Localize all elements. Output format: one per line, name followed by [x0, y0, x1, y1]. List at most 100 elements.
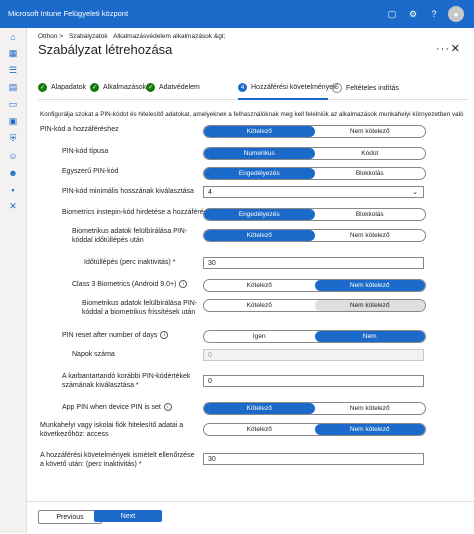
grid-icon[interactable]: ▤ — [0, 79, 26, 96]
option-allow[interactable]: Engedélyezés — [204, 209, 315, 220]
option-not-required[interactable]: Nem kötelező — [314, 424, 425, 435]
top-bar-icons: ▢ ⚙ ? ● — [385, 6, 464, 22]
step-label: Hozzáférési követelmények — [251, 84, 337, 91]
users-icon[interactable]: ☺ — [0, 147, 26, 164]
help-icon[interactable]: ? — [427, 7, 441, 21]
label: Napok száma — [72, 351, 115, 358]
info-icon[interactable]: i — [160, 331, 169, 339]
next-button[interactable]: Next — [94, 510, 162, 522]
input-value: 0 — [208, 377, 212, 385]
label: PIN-kód minimális hosszának kiválasztása — [62, 188, 194, 195]
option-passcode[interactable]: Kódot — [315, 148, 426, 159]
groups-icon[interactable]: ☻ — [0, 164, 26, 181]
prev-pins-input[interactable]: 0 — [203, 375, 424, 387]
option-allow[interactable]: Engedélyezés — [204, 168, 315, 179]
min-length-dropdown[interactable]: 4 ⌄ — [203, 186, 424, 198]
option-required[interactable]: Kötelező — [204, 300, 315, 311]
bio-update-toggle[interactable]: Kötelező Nem kötelező — [203, 299, 426, 312]
previous-button[interactable]: Previous — [38, 510, 102, 524]
check-icon: ✓ — [90, 83, 99, 92]
label: A karbantartandó korábbi PIN-kódértékek … — [62, 373, 191, 389]
page-description: Konfigurálja szokat a PIN-kódot és hitel… — [40, 111, 465, 118]
settings-icon[interactable]: ⚙ — [406, 7, 420, 21]
option-required[interactable]: Kötelező — [204, 280, 315, 291]
step-number: 4 — [238, 83, 247, 92]
biometrics-toggle[interactable]: Engedélyezés Blokkolás — [203, 208, 426, 221]
breadcrumb-app-protection[interactable]: Alkalmazásvédelem alkalmazások &gt; — [113, 33, 225, 40]
label: PIN reset after number of days i — [62, 331, 169, 340]
option-required[interactable]: Kötelező — [204, 424, 315, 435]
breadcrumb-home[interactable]: Otthon > — [38, 33, 63, 40]
option-not-required[interactable]: Nem kötelező — [314, 300, 425, 311]
devices-icon[interactable]: ▭ — [0, 96, 26, 113]
step-data-protection[interactable]: ✓ Adatvédelem — [146, 83, 200, 92]
option-required[interactable]: Kötelező — [204, 403, 315, 414]
label: Biometrikus adatok felülbírálása PIN-kód… — [82, 300, 198, 316]
option-required[interactable]: Kötelező — [204, 126, 315, 137]
left-nav: ⌂ ▦ ☰ ▤ ▭ ▣ ⛨ ☺ ☻ ▪ ✕ — [0, 28, 27, 533]
input-value: 30 — [208, 259, 216, 267]
option-not-required[interactable]: Nem kötelező — [315, 230, 426, 241]
chevron-down-icon: ⌄ — [412, 189, 418, 196]
option-yes[interactable]: Igen — [204, 331, 315, 342]
option-required[interactable]: Kötelező — [204, 230, 315, 241]
option-not-required[interactable]: Nem kötelező — [314, 280, 425, 291]
option-no[interactable]: Nem — [314, 331, 425, 342]
page-title: Szabályzat létrehozása — [38, 42, 173, 57]
step-conditional-launch[interactable]: 5 Feltételes indítás — [332, 83, 399, 93]
shield-icon[interactable]: ⛨ — [0, 130, 26, 147]
more-icon[interactable]: ··· — [436, 43, 450, 55]
top-bar: Microsoft Intune Felügyeleti központ ▢ ⚙… — [0, 0, 474, 28]
pin-type-toggle[interactable]: Numerikus Kódot — [203, 147, 426, 160]
pin-reset-toggle[interactable]: Igen Nem — [203, 330, 426, 343]
app-title: Microsoft Intune Felügyeleti központ — [8, 9, 129, 18]
close-icon[interactable]: ✕ — [451, 42, 460, 55]
breadcrumb-policies[interactable]: Szabályzatok — [69, 33, 108, 40]
days-input[interactable]: 0 — [203, 349, 424, 361]
simple-pin-toggle[interactable]: Engedélyezés Blokkolás — [203, 167, 426, 180]
label-text: PIN reset after number of days — [62, 331, 158, 339]
dropdown-value: 4 — [208, 188, 212, 196]
tools-icon[interactable]: ✕ — [0, 198, 26, 215]
pin-access-toggle[interactable]: Kötelező Nem kötelező — [203, 125, 426, 138]
label: A hozzáférési követelmények ismételt ell… — [40, 452, 195, 468]
label: Biometrikus adatok felülbírálása PIN-kód… — [72, 228, 188, 244]
list-icon[interactable]: ☰ — [0, 62, 26, 79]
home-icon[interactable]: ⌂ — [0, 28, 26, 45]
footer: Previous Next — [26, 501, 474, 534]
label: PIN-kód típusa — [62, 148, 109, 155]
active-step-indicator — [238, 98, 328, 100]
input-value: 30 — [208, 455, 216, 463]
dashboard-icon[interactable]: ▦ — [0, 45, 26, 62]
label: Időtúllépés (perc inaktivitás) * — [84, 259, 176, 266]
bio-override-toggle[interactable]: Kötelező Nem kötelező — [203, 229, 426, 242]
admin-icon[interactable]: ▪ — [0, 181, 26, 198]
timeout-input[interactable]: 30 — [203, 257, 424, 269]
info-icon[interactable]: i — [163, 403, 172, 411]
step-basics[interactable]: ✓ Alapadatok — [38, 83, 86, 92]
label-text: Class 3 Biometrics (Android 9.0+) — [72, 280, 177, 288]
label-text: App PIN when device PIN is set — [62, 403, 161, 411]
recheck-input[interactable]: 30 — [203, 453, 424, 465]
option-block[interactable]: Blokkolás — [315, 209, 426, 220]
step-label: Alkalmazások — [103, 84, 147, 91]
step-access-requirements[interactable]: 4 Hozzáférési követelmények — [238, 83, 337, 92]
option-block[interactable]: Blokkolás — [315, 168, 426, 179]
label: App PIN when device PIN is set i — [62, 403, 172, 412]
label: Munkahelyi vagy iskolai fiók hitelesítő … — [40, 422, 184, 438]
work-creds-toggle[interactable]: Kötelező Nem kötelező — [203, 423, 426, 436]
breadcrumb: Otthon > Szabályzatok Alkalmazásvédelem … — [38, 33, 229, 40]
info-icon[interactable]: i — [179, 280, 188, 288]
app-pin-toggle[interactable]: Kötelező Nem kötelező — [203, 402, 426, 415]
option-not-required[interactable]: Nem kötelező — [315, 403, 426, 414]
class3-toggle[interactable]: Kötelező Nem kötelező — [203, 279, 426, 292]
option-numeric[interactable]: Numerikus — [204, 148, 315, 159]
avatar[interactable]: ● — [448, 6, 464, 22]
label: Class 3 Biometrics (Android 9.0+) i — [72, 280, 188, 289]
apps-icon[interactable]: ▣ — [0, 113, 26, 130]
step-label: Feltételes indítás — [346, 84, 399, 92]
step-apps[interactable]: ✓ Alkalmazások — [90, 83, 146, 92]
notifications-icon[interactable]: ▢ — [385, 7, 399, 21]
option-not-required[interactable]: Nem kötelező — [315, 126, 426, 137]
label: Biometrics instepin-kód hirdetése a hozz… — [62, 209, 219, 216]
